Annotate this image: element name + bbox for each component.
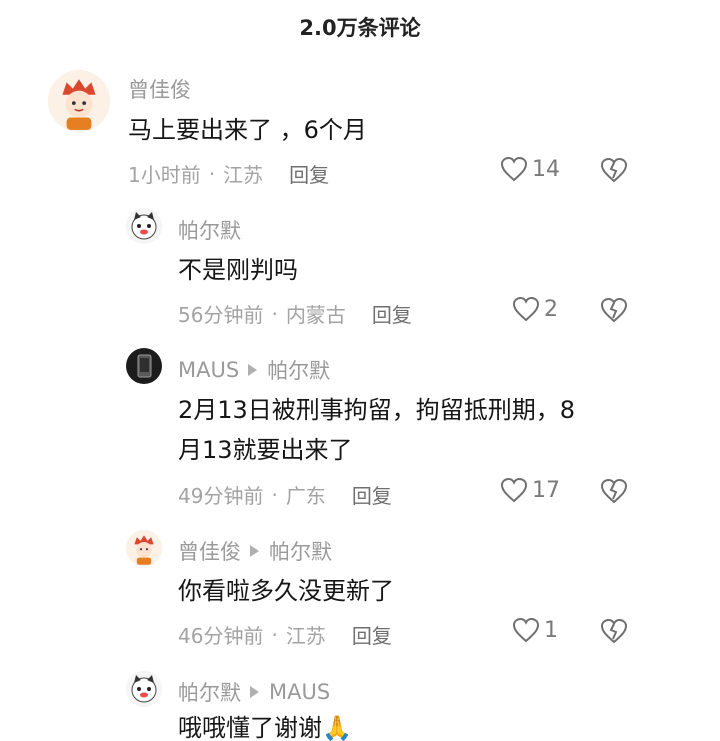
author-name[interactable]: MAUS [178,358,239,382]
comment-location: 江苏 [285,624,326,648]
comment-meta: 56分钟前 · 内蒙古 回复 [178,299,412,328]
heart-icon [512,296,540,322]
heart-icon [500,156,528,182]
avatar[interactable] [48,70,110,132]
comment-time: 46分钟前 [178,624,264,648]
comment-author[interactable]: 曾佳俊 帕尔默 [178,536,332,566]
meta-separator: · [271,482,278,507]
comment-author[interactable]: MAUS 帕尔默 [178,355,330,385]
cartoon-character-avatar-icon [48,70,110,132]
heart-icon [500,477,528,503]
comment-meta: 1小时前 · 江苏 回复 [128,159,329,188]
comment-text: 不是刚判吗 [178,256,298,284]
cat-avatar-icon [126,671,162,707]
comment-author[interactable]: 帕尔默 MAUS [178,677,330,707]
like-count: 1 [544,617,558,643]
reply-to-name[interactable]: 帕尔默 [269,536,332,566]
like-button[interactable]: 2 [512,296,558,322]
avatar[interactable] [126,208,162,244]
broken-heart-icon [600,297,628,323]
meta-separator: · [208,161,216,186]
comment-location: 广东 [285,484,326,508]
like-count: 2 [544,296,558,322]
phone-photo-avatar-icon [126,348,162,384]
reply-to-name[interactable]: MAUS [269,680,330,704]
dislike-button[interactable] [600,156,628,188]
comment-time: 49分钟前 [178,484,264,508]
like-count: 17 [532,477,560,503]
comments-count-title: 2.0万条评论 [299,16,421,40]
author-name[interactable]: 曾佳俊 [128,74,191,104]
comment-meta: 49分钟前 · 广东 回复 [178,480,392,509]
broken-heart-icon [600,618,628,644]
broken-heart-icon [600,478,628,504]
comment-time: 56分钟前 [178,303,264,327]
comment-author[interactable]: 曾佳俊 [128,74,191,104]
reply-button[interactable]: 回复 [372,299,412,328]
meta-separator: · [271,622,278,647]
reply-arrow-icon [248,364,258,376]
broken-heart-icon [600,157,628,183]
author-name[interactable]: 帕尔默 [178,677,241,707]
dislike-button[interactable] [600,477,628,509]
reply-arrow-icon [250,545,259,557]
reply-button[interactable]: 回复 [352,480,392,509]
comment-text: 马上要出来了 ，6个月 [128,116,367,144]
reply-to-name[interactable]: 帕尔默 [267,355,330,385]
reply-arrow-icon [250,686,259,698]
comment-text: 2月13日被刑事拘留，拘留抵刑期，8 月13就要出来了 [178,390,575,470]
comment-time: 1小时前 [128,163,201,187]
dislike-button[interactable] [600,296,628,328]
avatar[interactable] [126,671,162,707]
comment-location: 内蒙古 [285,303,346,327]
cat-avatar-icon [126,208,162,244]
reply-button[interactable]: 回复 [289,159,329,188]
author-name[interactable]: 曾佳俊 [178,536,241,566]
like-button[interactable]: 17 [500,477,560,503]
avatar[interactable] [126,348,162,384]
like-button[interactable]: 1 [512,617,558,643]
heart-icon [512,617,540,643]
comment-text-line: 2月13日被刑事拘留，拘留抵刑期，8 [178,396,576,424]
comment-author[interactable]: 帕尔默 [178,215,241,245]
reply-button[interactable]: 回复 [352,620,392,649]
author-name[interactable]: 帕尔默 [178,215,241,245]
comment-meta: 46分钟前 · 江苏 回复 [178,620,392,649]
cartoon-character-avatar-icon [126,530,162,566]
comment-location: 江苏 [223,163,264,187]
avatar[interactable] [126,530,162,566]
comment-text-line: 月13就要出来了 [178,436,353,464]
dislike-button[interactable] [600,617,628,649]
meta-separator: · [271,301,278,326]
like-button[interactable]: 14 [500,156,560,182]
comment-text: 你看啦多久没更新了 [178,577,394,605]
like-count: 14 [532,156,560,182]
comment-text: 哦哦懂了谢谢🙏 [178,714,352,741]
